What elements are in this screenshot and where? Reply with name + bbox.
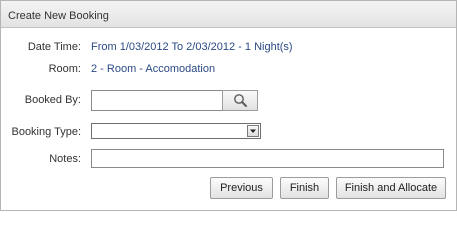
room-value: 2 - Room - Accomodation <box>91 63 216 75</box>
previous-button[interactable]: Previous <box>210 177 273 199</box>
booked-by-label: Booked By: <box>24 94 81 106</box>
create-booking-panel: Create New Booking Date Time: From 1/03/… <box>0 0 457 211</box>
notes-input[interactable] <box>91 149 444 168</box>
date-time-label: Date Time: <box>27 41 81 53</box>
finish-button[interactable]: Finish <box>280 177 329 199</box>
booking-type-label: Booking Type: <box>11 126 81 138</box>
panel-title: Create New Booking <box>8 10 109 22</box>
booking-type-select[interactable] <box>91 123 261 139</box>
date-time-value: From 1/03/2012 To 2/03/2012 - 1 Night(s) <box>91 41 293 53</box>
magnifier-icon <box>234 94 247 107</box>
chevron-down-icon <box>250 129 256 133</box>
panel-header: Create New Booking <box>1 1 456 28</box>
booked-by-input[interactable] <box>91 90 223 111</box>
booking-type-dropdown-button[interactable] <box>247 125 259 137</box>
room-label: Room: <box>48 63 81 75</box>
notes-label: Notes: <box>49 153 81 165</box>
finish-and-allocate-button[interactable]: Finish and Allocate <box>336 177 446 199</box>
booked-by-search-button[interactable] <box>222 90 258 111</box>
